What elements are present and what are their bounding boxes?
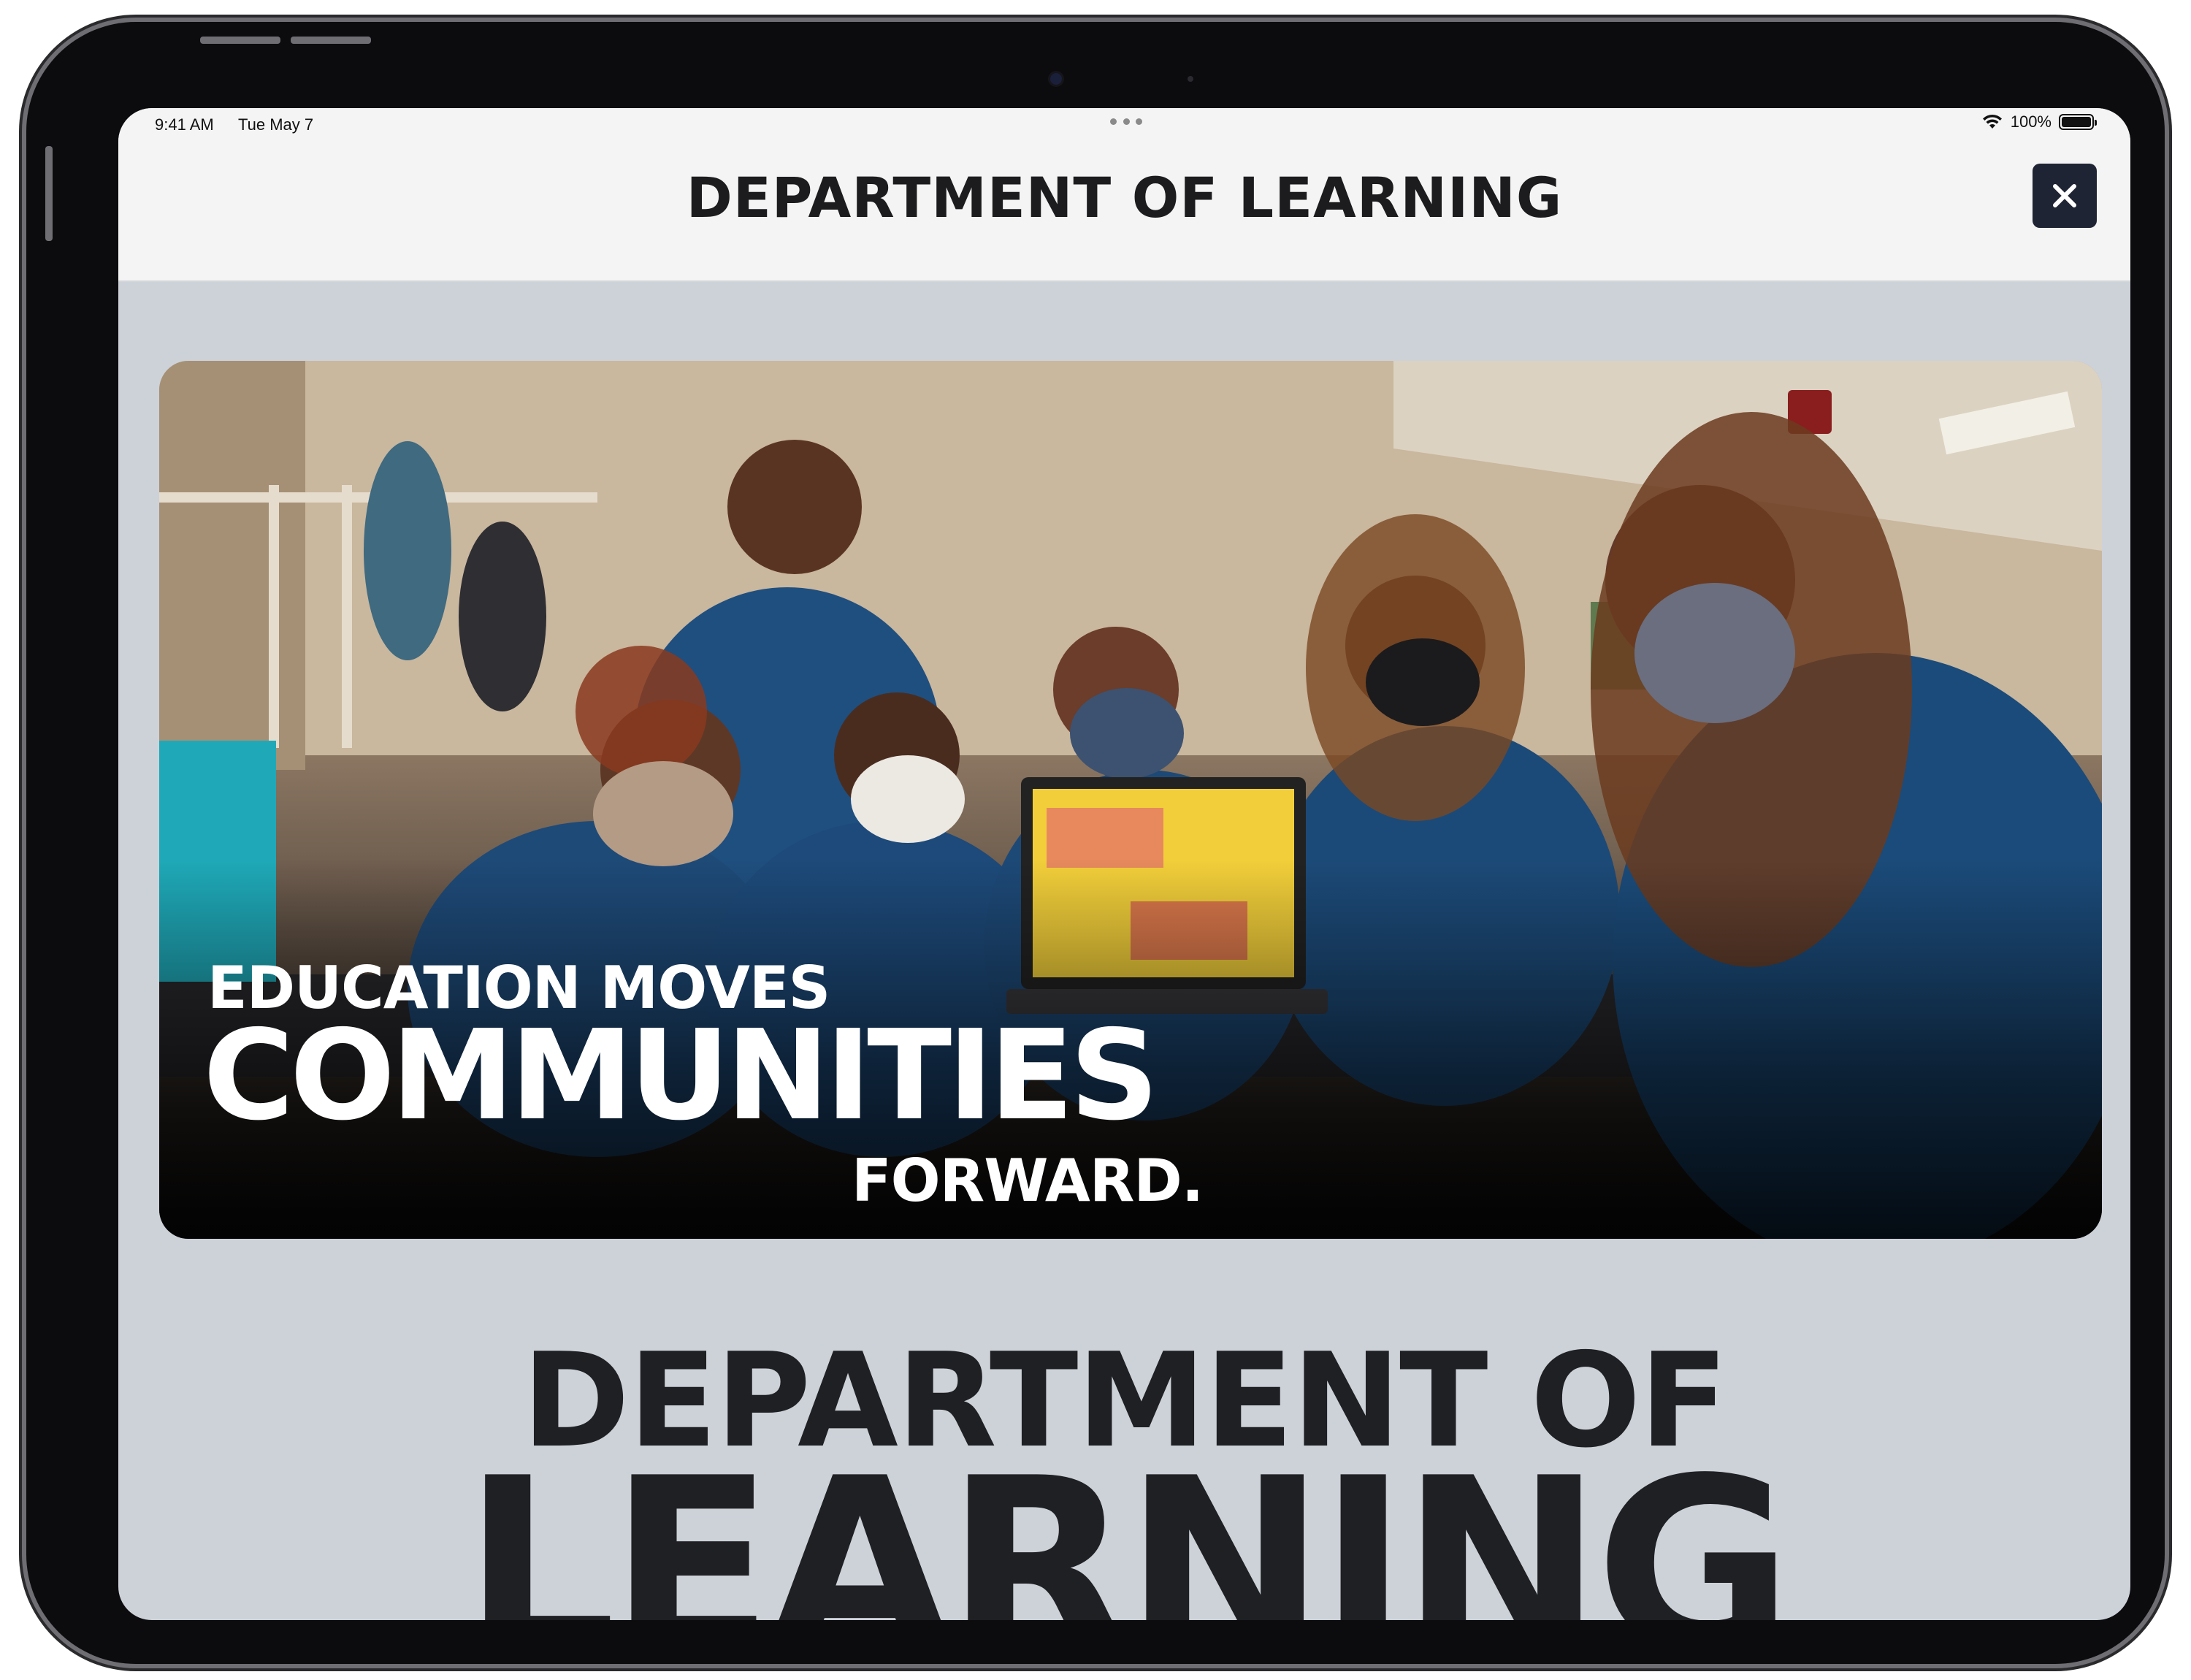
status-indicators: 100%: [1981, 112, 2097, 131]
page-title-line2: LEARNING: [462, 1427, 1793, 1620]
front-camera-icon: [1050, 73, 1062, 85]
close-icon: [2053, 184, 2076, 207]
volume-up-button: [200, 37, 280, 44]
battery-percent: 100%: [2010, 112, 2052, 131]
ambient-sensor-icon: [1188, 76, 1193, 82]
multitasking-dots-icon[interactable]: [1110, 117, 1142, 126]
hero-banner: EDUCATION MOVES COMMUNITIES FORWARD.: [159, 361, 2102, 1239]
top-button: [45, 146, 53, 241]
status-date: Tue May 7: [238, 115, 314, 134]
ipad-device-frame: 9:41 AM Tue May 7 100% DEPARTMENT OF LEA…: [26, 22, 2165, 1664]
battery-level-fill: [2062, 117, 2091, 127]
camera-housing: [954, 64, 1282, 93]
volume-down-button: [291, 37, 371, 44]
hero-tagline-line3: FORWARD.: [852, 1147, 1204, 1215]
status-time: 9:41 AM: [155, 115, 214, 134]
wifi-icon: [1982, 114, 2002, 129]
battery-icon: [2059, 114, 2097, 130]
hero-tagline-line2: COMMUNITIES: [203, 1004, 1159, 1148]
app-header: DEPARTMENT OF LEARNING: [118, 139, 2130, 282]
status-bar: 9:41 AM Tue May 7 100%: [118, 108, 2130, 139]
screen: 9:41 AM Tue May 7 100% DEPARTMENT OF LEA…: [118, 108, 2130, 1620]
header-title: DEPARTMENT OF LEARNING: [686, 165, 1563, 230]
close-button[interactable]: [2033, 164, 2097, 228]
